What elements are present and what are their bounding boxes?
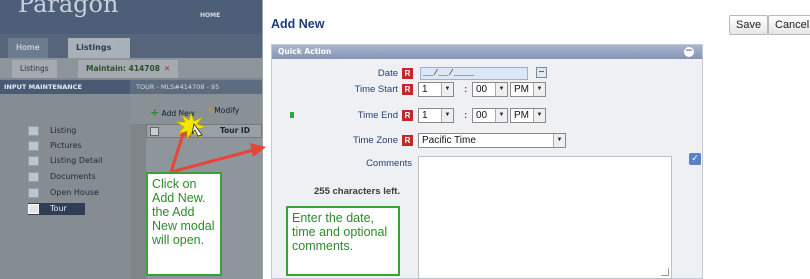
close-icon[interactable]: ✕ [115,43,122,52]
tab-listings[interactable]: Listings ✕ [68,38,131,58]
panel-header: Quick Action − [272,45,702,59]
sidebar-item-label: Open House [50,188,99,197]
sidebar-item-tour[interactable]: Tour [28,203,85,215]
callout-enter-date: Enter the date, time and optional commen… [286,206,400,276]
app-logo: Paragon [18,0,119,18]
subtab-listings[interactable]: Listings [12,60,57,78]
sidebar-item-label: Tour [50,204,67,213]
sidebar-item-documents[interactable]: Documents [28,171,96,183]
date-input[interactable]: __/__/____ [420,67,528,80]
sidebar-item-label: Listing [50,126,77,135]
tab-home[interactable]: Home [8,38,48,58]
time-separator: : [464,110,468,121]
time-zone-label: Time Zone [352,135,398,146]
collapse-icon[interactable]: − [684,47,694,57]
tour-bar-title: TOUR - MLS#414708 - 95 [130,80,262,94]
comments-label: Comments [366,158,412,169]
sidebar-item-label: Pictures [50,141,82,150]
time-start-label: Time Start [354,84,398,95]
sidebar-item-pictures[interactable]: Pictures [28,140,82,152]
sidebar-item-listing-detail[interactable]: Listing Detail [28,155,102,167]
click-starburst-icon [176,113,206,139]
chevron-down-icon: ▼ [441,83,453,96]
select-value: 1 [422,110,428,121]
document-icon [28,188,39,198]
panel-title: Quick Action [278,47,332,56]
app-header: Paragon HOME [0,0,262,34]
select-all-checkbox[interactable] [150,127,159,136]
grid-column-tour-id[interactable]: Tour ID [220,124,250,138]
spellcheck-icon[interactable]: ✓ [689,153,701,165]
save-button[interactable]: Save [729,15,769,35]
time-separator: : [464,84,468,95]
chevron-down-icon: ▼ [533,109,545,122]
document-icon [28,156,39,166]
required-badge: R [402,110,413,121]
background-app: Paragon HOME Home Listings ✕ Listings Mai… [0,0,262,279]
plus-icon: + [150,106,160,119]
required-badge: R [402,68,413,79]
characters-left-counter: 255 characters left. [314,186,401,197]
document-icon [28,141,39,151]
green-marker [290,112,294,118]
tab-listings-label: Listings [76,43,112,52]
calendar-icon[interactable] [536,67,547,78]
chevron-down-icon: ▼ [441,109,453,122]
home-nav-link[interactable]: HOME [200,12,220,19]
select-value: 00 [476,84,488,95]
sub-tab-bar: Listings Maintain: 414708 ✕ [0,58,262,78]
time-end-minute-select[interactable]: 00 ▼ [472,108,508,123]
sidebar-item-open-house[interactable]: Open House [28,187,99,199]
chevron-down-icon: ▼ [533,83,545,96]
select-value: 1 [422,84,428,95]
tab-home-label: Home [16,43,40,52]
modify-button[interactable]: ✎Modify [208,106,239,115]
close-icon[interactable]: ✕ [164,64,170,73]
top-tab-bar: Home Listings ✕ [0,34,262,58]
subtab-maintain-label: Maintain: 414708 [86,64,160,73]
time-start-minute-select[interactable]: 00 ▼ [472,82,508,97]
select-value: 00 [476,110,488,121]
document-icon [28,172,39,182]
chevron-down-icon: ▼ [495,109,507,122]
document-icon [28,204,39,214]
select-value: PM [514,84,529,95]
time-end-hour-select[interactable]: 1 ▼ [418,108,454,123]
time-start-ampm-select[interactable]: PM ▼ [510,82,546,97]
select-value: PM [514,110,529,121]
sidebar-item-listing[interactable]: Listing [28,125,76,137]
resize-grip-icon[interactable] [661,268,669,276]
select-value: Pacific Time [422,135,476,146]
cancel-button[interactable]: Cancel [768,15,810,35]
sidebar-item-label: Documents [50,172,96,181]
screenshot-stage: Paragon HOME Home Listings ✕ Listings Mai… [0,0,810,279]
subtab-listings-label: Listings [20,64,49,73]
modal-title: Add New [271,17,325,31]
modify-label: Modify [214,106,240,115]
comments-textarea[interactable] [418,156,672,279]
time-zone-select[interactable]: Pacific Time ▼ [418,133,566,148]
required-badge: R [402,135,413,146]
date-label: Date [377,68,398,79]
subtab-maintain[interactable]: Maintain: 414708 ✕ [78,60,179,78]
section-title: INPUT MAINTENANCE [0,80,130,94]
callout-click-add-new: Click on Add New. the Add New modal will… [146,172,222,276]
sidebar-item-label: Listing Detail [50,156,103,165]
time-start-hour-select[interactable]: 1 ▼ [418,82,454,97]
document-icon [28,126,39,136]
time-end-label: Time End [357,110,398,121]
time-end-ampm-select[interactable]: PM ▼ [510,108,546,123]
chevron-down-icon: ▼ [495,83,507,96]
chevron-down-icon: ▼ [553,134,565,147]
required-badge: R [402,84,413,95]
